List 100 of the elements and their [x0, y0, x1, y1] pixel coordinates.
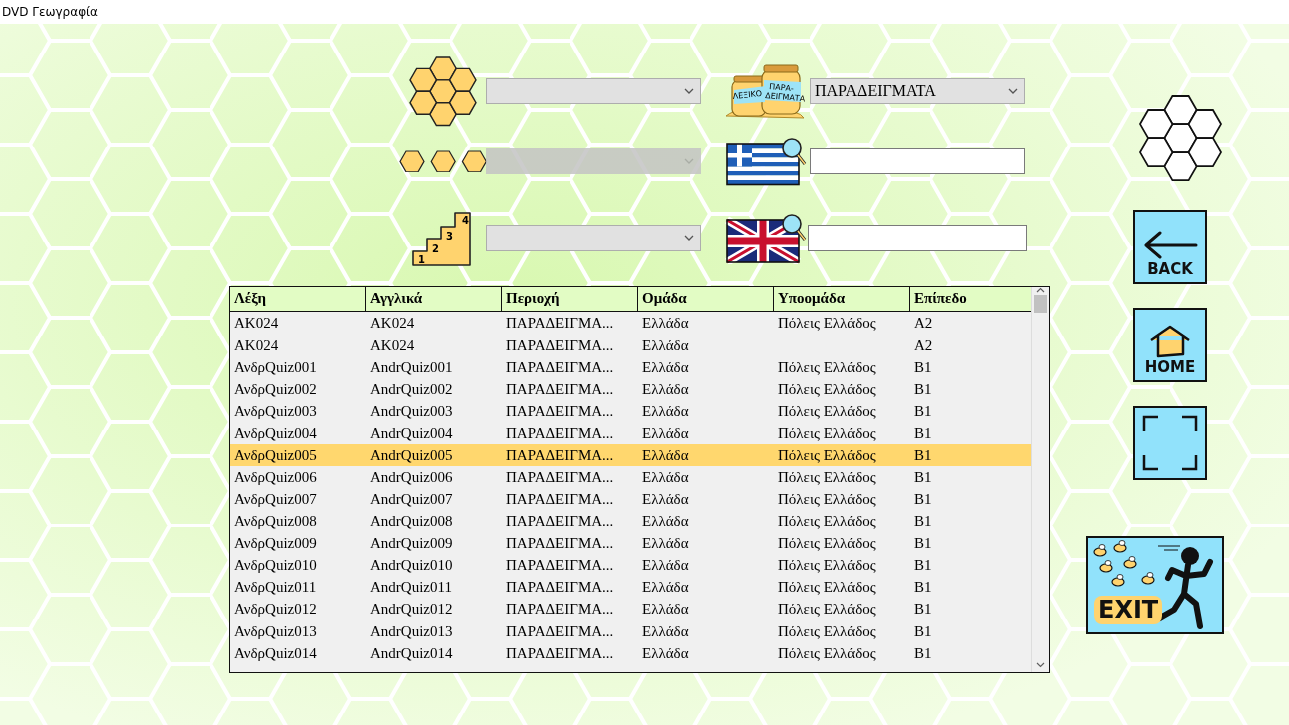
table-cell-text: B1 [913, 358, 933, 377]
column-header[interactable]: Υποομάδα [774, 287, 910, 311]
uk-flag-search-icon [725, 212, 809, 264]
table-cell-text: Ελλάδα [641, 490, 690, 509]
chevron-down-icon [684, 235, 694, 241]
table-row[interactable]: ΑνδρQuiz002 AndrQuiz002 ΠΑΡΑΔΕΙΓΜΑ... Ελλάδα Πόλεις Ελλάδος B1 [230, 378, 1031, 400]
menu-honeycomb-icon[interactable] [1137, 94, 1223, 183]
table-cell-text: Πόλεις Ελλάδος [777, 402, 877, 421]
home-button[interactable]: HOME [1133, 308, 1207, 383]
table-cell-text: A2 [913, 314, 934, 333]
table-cell-text: ΠΑΡΑΔΕΙΓΜΑ... [505, 490, 615, 509]
table-cell-text: B1 [913, 622, 933, 641]
table-cell-text: ΑνδρQuiz012 [233, 600, 318, 619]
fullscreen-button[interactable] [1133, 406, 1207, 481]
greek-search-field[interactable] [810, 148, 1025, 174]
table-cell-text: ΑνδρQuiz008 [233, 512, 318, 531]
table-cell-text: AndrQuiz012 [369, 600, 454, 619]
table-cell-text: AndrQuiz001 [369, 358, 454, 377]
table-cell-text: ΑνδρQuiz010 [233, 556, 318, 575]
scroll-down-icon[interactable] [1036, 662, 1045, 668]
table-cell-text: Πόλεις Ελλάδος [777, 358, 877, 377]
table-cell-text: Πόλεις Ελλάδος [777, 622, 877, 641]
table-cell-text: AndrQuiz010 [369, 556, 454, 575]
table-cell-text: ΠΑΡΑΔΕΙΓΜΑ... [505, 512, 615, 531]
table-cell-text: AndrQuiz007 [369, 490, 454, 509]
table-cell-text: ΠΑΡΑΔΕΙΓΜΑ... [505, 358, 615, 377]
table-cell-text: ΠΑΡΑΔΕΙΓΜΑ... [505, 556, 615, 575]
table-cell-text: Ελλάδα [641, 622, 690, 641]
table-cell-text: Πόλεις Ελλάδος [777, 556, 877, 575]
table-cell-text: AndrQuiz003 [369, 402, 454, 421]
scroll-thumb[interactable] [1034, 295, 1047, 313]
table-cell-text: B1 [913, 600, 933, 619]
table-row[interactable]: AK024 AK024 ΠΑΡΑΔΕΙΓΜΑ... Ελλάδα Πόλεις Ελλάδος A2 [230, 312, 1031, 334]
table-row[interactable]: ΑνδρQuiz012 AndrQuiz012 ΠΑΡΑΔΕΙΓΜΑ... Ελλάδα Πόλεις Ελλάδος B1 [230, 598, 1031, 620]
table-cell-text: Ελλάδα [641, 402, 690, 421]
table-row[interactable]: ΑνδρQuiz007 AndrQuiz007 ΠΑΡΑΔΕΙΓΜΑ... Ελλάδα Πόλεις Ελλάδος B1 [230, 488, 1031, 510]
table-cell-text: Ελλάδα [641, 468, 690, 487]
table-cell-text: ΑνδρQuiz003 [233, 402, 318, 421]
table-row[interactable]: ΑνδρQuiz001 AndrQuiz001 ΠΑΡΑΔΕΙΓΜΑ... Ελλάδα Πόλεις Ελλάδος B1 [230, 356, 1031, 378]
table-row[interactable]: ΑνδρQuiz014 AndrQuiz014 ΠΑΡΑΔΕΙΓΜΑ... Ελλάδα Πόλεις Ελλάδος B1 [230, 642, 1031, 664]
column-header[interactable]: Ομάδα [638, 287, 774, 311]
chevron-down-icon [684, 88, 694, 94]
table-cell-text: Ελλάδα [641, 600, 690, 619]
scroll-up-icon[interactable] [1036, 287, 1045, 293]
column-header[interactable]: Επίπεδο [910, 287, 1031, 311]
table-cell-text: Ελλάδα [641, 358, 690, 377]
table-cell-text: ΠΑΡΑΔΕΙΓΜΑ... [505, 600, 615, 619]
table-cell-text: Ελλάδα [641, 534, 690, 553]
table-cell-text: ΠΑΡΑΔΕΙΓΜΑ... [505, 534, 615, 553]
hexagons-icon [397, 149, 489, 173]
table-cell-text: AK024 [369, 314, 416, 333]
table-cell-text: Ελλάδα [641, 314, 690, 333]
table-cell-text: ΑνδρQuiz002 [233, 380, 318, 399]
table-row[interactable]: AK024 AK024 ΠΑΡΑΔΕΙΓΜΑ... Ελλάδα A2 [230, 334, 1031, 356]
table-cell-text: B1 [913, 402, 933, 421]
table-cell-text: AndrQuiz009 [369, 534, 454, 553]
table-cell-text: Πόλεις Ελλάδος [777, 468, 877, 487]
selected-table-row[interactable]: ΑνδρQuiz005 AndrQuiz005 ΠΑΡΑΔΕΙΓΜΑ... Ελλάδα Πόλεις Ελλάδος B1 [230, 444, 1031, 466]
table-row[interactable]: ΑνδρQuiz009 AndrQuiz009 ΠΑΡΑΔΕΙΓΜΑ... Ελλάδα Πόλεις Ελλάδος B1 [230, 532, 1031, 554]
column-header[interactable]: Αγγλικά [366, 287, 502, 311]
table-cell-text: Ελλάδα [641, 336, 690, 355]
table-row[interactable]: ΑνδρQuiz011 AndrQuiz011 ΠΑΡΑΔΕΙΓΜΑ... Ελλάδα Πόλεις Ελλάδος B1 [230, 576, 1031, 598]
table-cell-text: Πόλεις Ελλάδος [777, 446, 877, 465]
table-cell-text: ΑνδρQuiz001 [233, 358, 318, 377]
scrollbar[interactable] [1031, 287, 1049, 672]
table-cell-text: ΠΑΡΑΔΕΙΓΜΑ... [505, 446, 615, 465]
table-cell-text: AndrQuiz004 [369, 424, 454, 443]
exit-button[interactable]: EXIT [1086, 536, 1224, 635]
table-cell-text: ΠΑΡΑΔΕΙΓΜΑ... [505, 424, 615, 443]
column-header[interactable]: Λέξη [230, 287, 366, 311]
table-cell-text: Πόλεις Ελλάδος [777, 600, 877, 619]
chevron-down-icon [684, 158, 694, 164]
table-cell-text: Πόλεις Ελλάδος [777, 578, 877, 597]
table-cell-text: AndrQuiz011 [369, 578, 453, 597]
table-cell-text: Πόλεις Ελλάδος [777, 314, 877, 333]
table-cell-text: ΑνδρQuiz007 [233, 490, 318, 509]
table-row[interactable]: ΑνδρQuiz003 AndrQuiz003 ΠΑΡΑΔΕΙΓΜΑ... Ελλάδα Πόλεις Ελλάδος B1 [230, 400, 1031, 422]
table-row[interactable]: ΑνδρQuiz013 AndrQuiz013 ΠΑΡΑΔΕΙΓΜΑ... Ελλάδα Πόλεις Ελλάδος B1 [230, 620, 1031, 642]
table-cell-text: B1 [913, 556, 933, 575]
table-cell-text: ΑνδρQuiz009 [233, 534, 318, 553]
table-row[interactable]: ΑνδρQuiz008 AndrQuiz008 ΠΑΡΑΔΕΙΓΜΑ... Ελλάδα Πόλεις Ελλάδος B1 [230, 510, 1031, 532]
table-row[interactable]: ΑνδρQuiz006 AndrQuiz006 ΠΑΡΑΔΕΙΓΜΑ... Ελλάδα Πόλεις Ελλάδος B1 [230, 466, 1031, 488]
dropdown[interactable]: ΠΑΡΑΔΕΙΓΜΑΤΑ [810, 78, 1025, 104]
column-header[interactable]: Περιοχή [502, 287, 638, 311]
table-cell-text: AndrQuiz008 [369, 512, 454, 531]
table-cell-text: Ελλάδα [641, 556, 690, 575]
greek-flag-search-icon [725, 136, 809, 186]
english-search-field[interactable] [808, 225, 1027, 251]
back-button[interactable]: BACK [1133, 210, 1207, 285]
table-cell-text: AK024 [233, 314, 280, 333]
table-cell-text: AK024 [369, 336, 416, 355]
table-cell-text: B1 [913, 446, 933, 465]
table-cell-text: AndrQuiz014 [369, 644, 454, 663]
table-cell-text: Ελλάδα [641, 512, 690, 531]
table-cell-text: ΠΑΡΑΔΕΙΓΜΑ... [505, 622, 615, 641]
table-cell-text: B1 [913, 534, 933, 553]
table-row[interactable]: ΑνδρQuiz004 AndrQuiz004 ΠΑΡΑΔΕΙΓΜΑ... Ελλάδα Πόλεις Ελλάδος B1 [230, 422, 1031, 444]
table-row[interactable]: ΑνδρQuiz010 AndrQuiz010 ΠΑΡΑΔΕΙΓΜΑ... Ελλάδα Πόλεις Ελλάδος B1 [230, 554, 1031, 576]
table-cell-text: ΑνδρQuiz011 [233, 578, 318, 597]
table-cell-text: Ελλάδα [641, 644, 690, 663]
